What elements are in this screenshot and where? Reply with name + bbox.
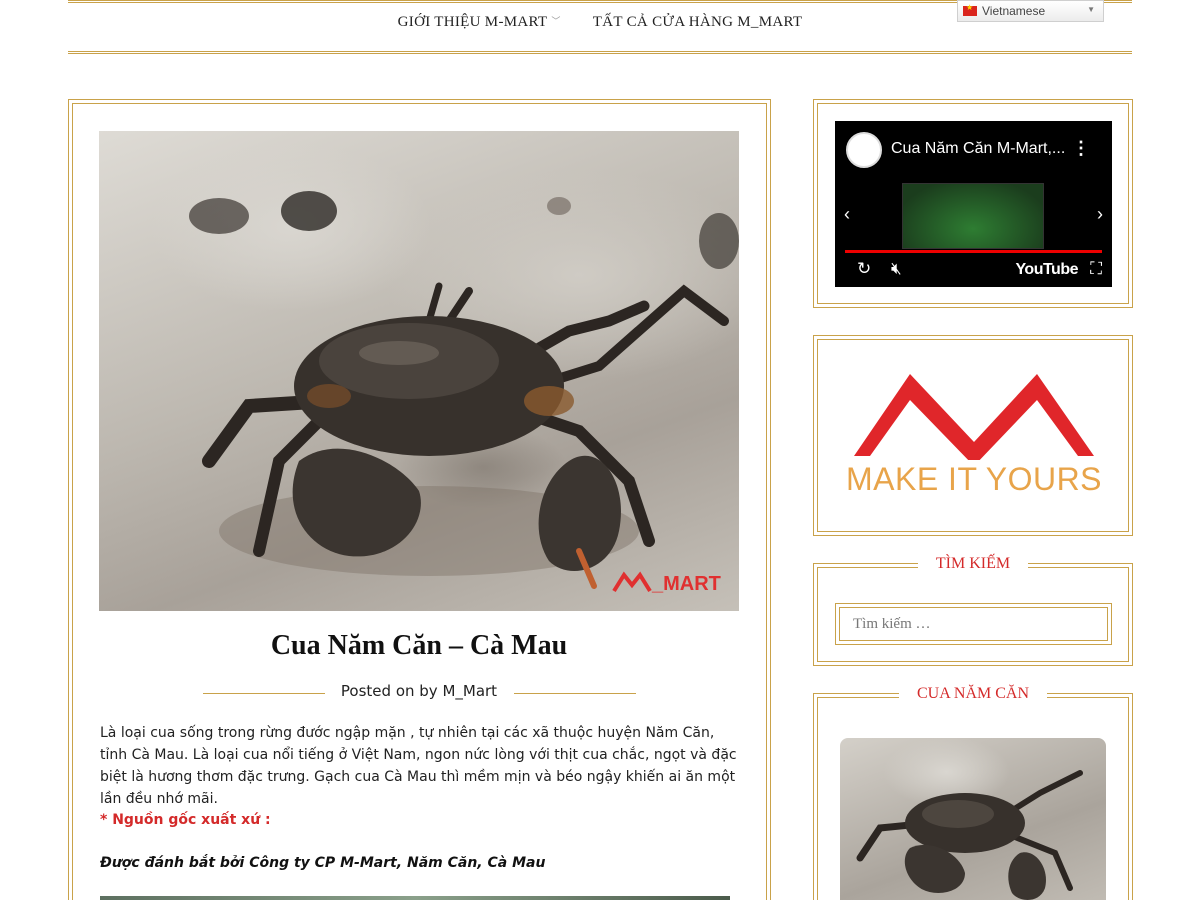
header-bottom-border — [68, 51, 1132, 54]
origin-heading: * Nguồn gốc xuất xứ : — [100, 812, 271, 828]
search-box — [835, 603, 1112, 645]
video-widget: Cua Năm Căn M-Mart,... ⋮ ‹ › ↻ 🔇︎ YouTub… — [813, 99, 1133, 308]
product-image[interactable] — [840, 738, 1106, 900]
logo-tagline: MAKE IT YOURS — [845, 461, 1103, 497]
chevron-right-icon[interactable]: › — [1097, 204, 1103, 225]
post-article: _MART Cua Năm Căn – Cà Mau Posted on by … — [68, 99, 771, 900]
product-heading: CUA NĂM CĂN — [898, 685, 1047, 702]
video-thumbnail[interactable] — [902, 183, 1044, 249]
mute-icon[interactable]: 🔇︎ — [891, 259, 902, 279]
post-featured-image[interactable]: _MART — [99, 131, 739, 611]
search-input[interactable] — [840, 608, 1107, 640]
replay-icon[interactable]: ↻ — [857, 259, 871, 279]
nav-item-label: TẤT CẢ CỬA HÀNG M_MART — [592, 14, 803, 30]
youtube-player[interactable]: Cua Năm Căn M-Mart,... ⋮ ‹ › ↻ 🔇︎ YouTub… — [835, 121, 1112, 287]
nav-item-all-stores[interactable]: TẤT CẢ CỬA HÀNG M_MART — [593, 14, 803, 31]
crab-thumbnail — [856, 770, 1083, 900]
mart-watermark: _MART — [612, 571, 721, 596]
m-logo-icon — [612, 571, 652, 593]
video-title[interactable]: Cua Năm Căn M-Mart,... — [891, 140, 1065, 158]
post-meta: Posted on by M_Mart — [340, 682, 498, 700]
post-paragraph: Là loại cua sống trong rừng đước ngập mặ… — [100, 725, 737, 807]
nav-item-label: GIỚI THIỆU M-MART — [397, 14, 548, 30]
post-title: Cua Năm Căn – Cà Mau — [270, 630, 568, 661]
crab-photo — [189, 191, 739, 589]
logo-widget: MAKE IT YOURS — [813, 335, 1133, 536]
language-selected: Vietnamese — [982, 4, 1046, 18]
product-widget-title: CUA NĂM CĂN — [814, 685, 1132, 703]
video-progress-bar[interactable] — [845, 250, 1102, 253]
caught-by-text: Được đánh bắt bởi Công ty CP M-Mart, Năm… — [100, 855, 546, 871]
fullscreen-icon[interactable]: ⛶ — [1090, 259, 1102, 279]
search-widget-title: TÌM KIẾM — [814, 555, 1132, 573]
youtube-logo[interactable]: YouTube — [1015, 261, 1078, 279]
more-options-icon[interactable]: ⋮ — [1072, 139, 1090, 157]
chevron-down-icon: ﹀ — [551, 16, 561, 26]
language-selector[interactable]: Vietnamese ▼ — [957, 0, 1104, 22]
product-widget: CUA NĂM CĂN — [813, 685, 1133, 900]
search-widget: TÌM KIẾM — [813, 555, 1133, 666]
post-second-image — [100, 896, 730, 900]
watermark-text: _MART — [652, 573, 721, 595]
chevron-down-icon: ▼ — [1087, 5, 1095, 14]
mmart-logo — [854, 374, 1094, 460]
nav-item-about[interactable]: GIỚI THIỆU M-MART ﹀ — [398, 14, 561, 31]
search-heading: TÌM KIẾM — [917, 555, 1029, 572]
vietnam-flag-icon — [963, 3, 977, 16]
meta-divider-right — [514, 693, 636, 694]
chevron-left-icon[interactable]: ‹ — [844, 204, 850, 225]
channel-avatar[interactable] — [846, 132, 882, 168]
